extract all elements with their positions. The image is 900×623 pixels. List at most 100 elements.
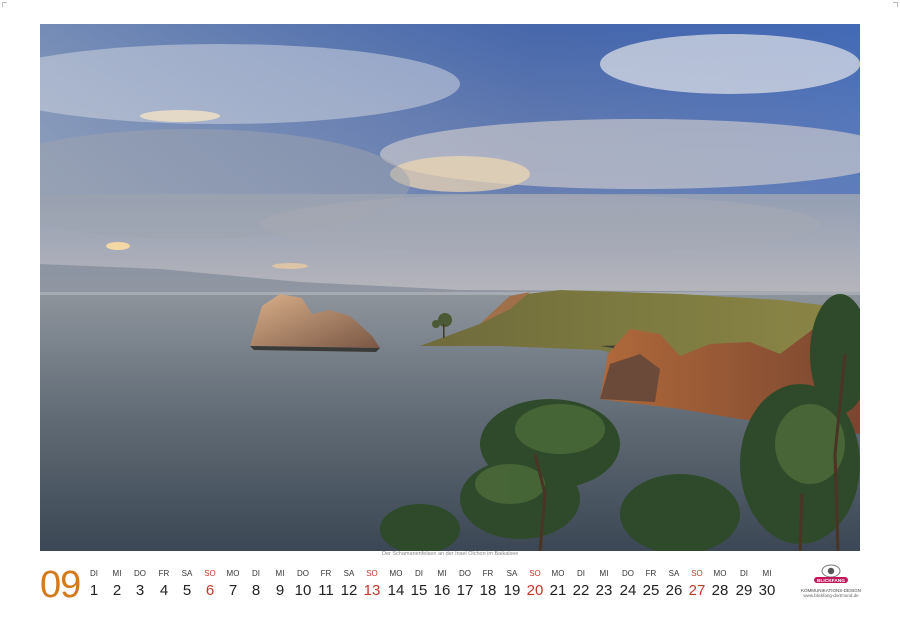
day-number: 24 <box>619 582 637 599</box>
weekday-label: FR <box>482 569 494 578</box>
day-number: 22 <box>572 582 590 599</box>
weekday-label: MI <box>437 569 447 578</box>
weekday-label: MO <box>389 569 403 578</box>
day-number: 4 <box>159 582 169 599</box>
day-number: 23 <box>595 582 613 599</box>
weekday-label: MO <box>551 569 565 578</box>
day-strip: DI 1 MI 2 DO 3 FR 4 SA 5 SO 6 MO 7 DI 8 MI 9 DO 10 FR 11 SA 12 S… <box>82 569 782 609</box>
day-number: 10 <box>294 582 312 599</box>
day-number: 19 <box>503 582 521 599</box>
calendar-day: MO 28 <box>708 569 732 602</box>
brand-block: BLICKFANG KOMMUNIKATIONS-DESIGN www.blic… <box>800 563 862 613</box>
weekday-label: SO <box>691 569 703 578</box>
day-number: 26 <box>665 582 683 599</box>
calendar-day: MI 23 <box>592 569 616 602</box>
blickfang-logo: BLICKFANG <box>811 563 851 585</box>
weekday-label: DO <box>459 569 471 578</box>
weekday-label: SA <box>343 569 355 578</box>
calendar-day: SA 26 <box>662 569 686 602</box>
calendar-day: MI 30 <box>755 569 779 602</box>
calendar-day: FR 25 <box>639 569 663 602</box>
day-number: 3 <box>135 582 145 599</box>
day-number: 9 <box>275 582 285 599</box>
weekday-label: MO <box>226 569 240 578</box>
calendar-day: SA 5 <box>175 569 199 602</box>
weekday-label: SO <box>366 569 378 578</box>
crop-mark-top-left <box>2 2 7 7</box>
calendar-day: MO 14 <box>384 569 408 602</box>
weekday-label: DO <box>134 569 146 578</box>
calendar-day: SA 12 <box>337 569 361 602</box>
weekday-label: MI <box>112 569 122 578</box>
calendar-day: DO 3 <box>128 569 152 602</box>
calendar-day: FR 4 <box>152 569 176 602</box>
weekday-label: SO <box>529 569 541 578</box>
day-number: 13 <box>363 582 381 599</box>
weekday-label: DO <box>622 569 634 578</box>
day-number: 16 <box>433 582 451 599</box>
crop-mark-top-right <box>893 2 898 7</box>
weekday-label: SA <box>506 569 518 578</box>
calendar-day: FR 11 <box>314 569 338 602</box>
calendar-day: DI 15 <box>407 569 431 602</box>
calendar-day: DO 17 <box>453 569 477 602</box>
weekday-label: MI <box>762 569 772 578</box>
weekday-label: DI <box>740 569 748 578</box>
day-number: 1 <box>89 582 99 599</box>
calendar-day: DI 8 <box>244 569 268 602</box>
day-number: 7 <box>228 582 238 599</box>
weekday-label: DI <box>577 569 585 578</box>
weekday-label: DI <box>415 569 423 578</box>
landscape-photo <box>40 24 860 551</box>
calendar-day: DO 10 <box>291 569 315 602</box>
calendar-day: MI 2 <box>105 569 129 602</box>
weekday-label: DI <box>90 569 98 578</box>
day-number: 14 <box>387 582 405 599</box>
weekday-label: DI <box>252 569 260 578</box>
calendar-day: SO 13 <box>360 569 384 602</box>
calendar-day: SA 19 <box>500 569 524 602</box>
photo-caption: Der Schamanenfelsen an der Insel Olchon … <box>382 551 519 557</box>
calendar-day: FR 18 <box>476 569 500 602</box>
day-number: 20 <box>526 582 544 599</box>
calendar-day: SO 27 <box>685 569 709 602</box>
day-number: 5 <box>182 582 192 599</box>
calendar-day: DI 1 <box>82 569 106 602</box>
day-number: 17 <box>456 582 474 599</box>
brand-url: www.blickfang-dortmund.de <box>803 593 859 598</box>
weekday-label: MI <box>275 569 285 578</box>
calendar-day: MI 9 <box>268 569 292 602</box>
logo-wordmark: BLICKFANG <box>817 578 845 584</box>
weekday-label: MI <box>599 569 609 578</box>
day-number: 15 <box>410 582 428 599</box>
calendar-day: DI 22 <box>569 569 593 602</box>
weekday-label: FR <box>320 569 332 578</box>
day-number: 21 <box>549 582 567 599</box>
day-number: 12 <box>340 582 358 599</box>
day-number: 25 <box>642 582 660 599</box>
weekday-label: SA <box>668 569 680 578</box>
weekday-label: FR <box>158 569 170 578</box>
weekday-label: MO <box>713 569 727 578</box>
day-number: 11 <box>318 582 334 599</box>
calendar-day: MO 21 <box>546 569 570 602</box>
day-number: 6 <box>205 582 215 599</box>
weekday-label: SA <box>181 569 193 578</box>
day-number: 2 <box>112 582 122 599</box>
weekday-label: DO <box>297 569 309 578</box>
calendar-day: DO 24 <box>616 569 640 602</box>
day-number: 28 <box>711 582 729 599</box>
day-number: 27 <box>688 582 706 599</box>
day-number: 30 <box>758 582 776 599</box>
calendar-day: SO 20 <box>523 569 547 602</box>
day-number: 8 <box>251 582 261 599</box>
day-number: 29 <box>735 582 753 599</box>
day-number: 18 <box>479 582 497 599</box>
calendar-day: SO 6 <box>198 569 222 602</box>
month-number: 09 <box>40 564 81 606</box>
weekday-label: SO <box>204 569 216 578</box>
calendar-day: MO 7 <box>221 569 245 602</box>
calendar-day: MI 16 <box>430 569 454 602</box>
calendar-day: DI 29 <box>732 569 756 602</box>
weekday-label: FR <box>645 569 657 578</box>
